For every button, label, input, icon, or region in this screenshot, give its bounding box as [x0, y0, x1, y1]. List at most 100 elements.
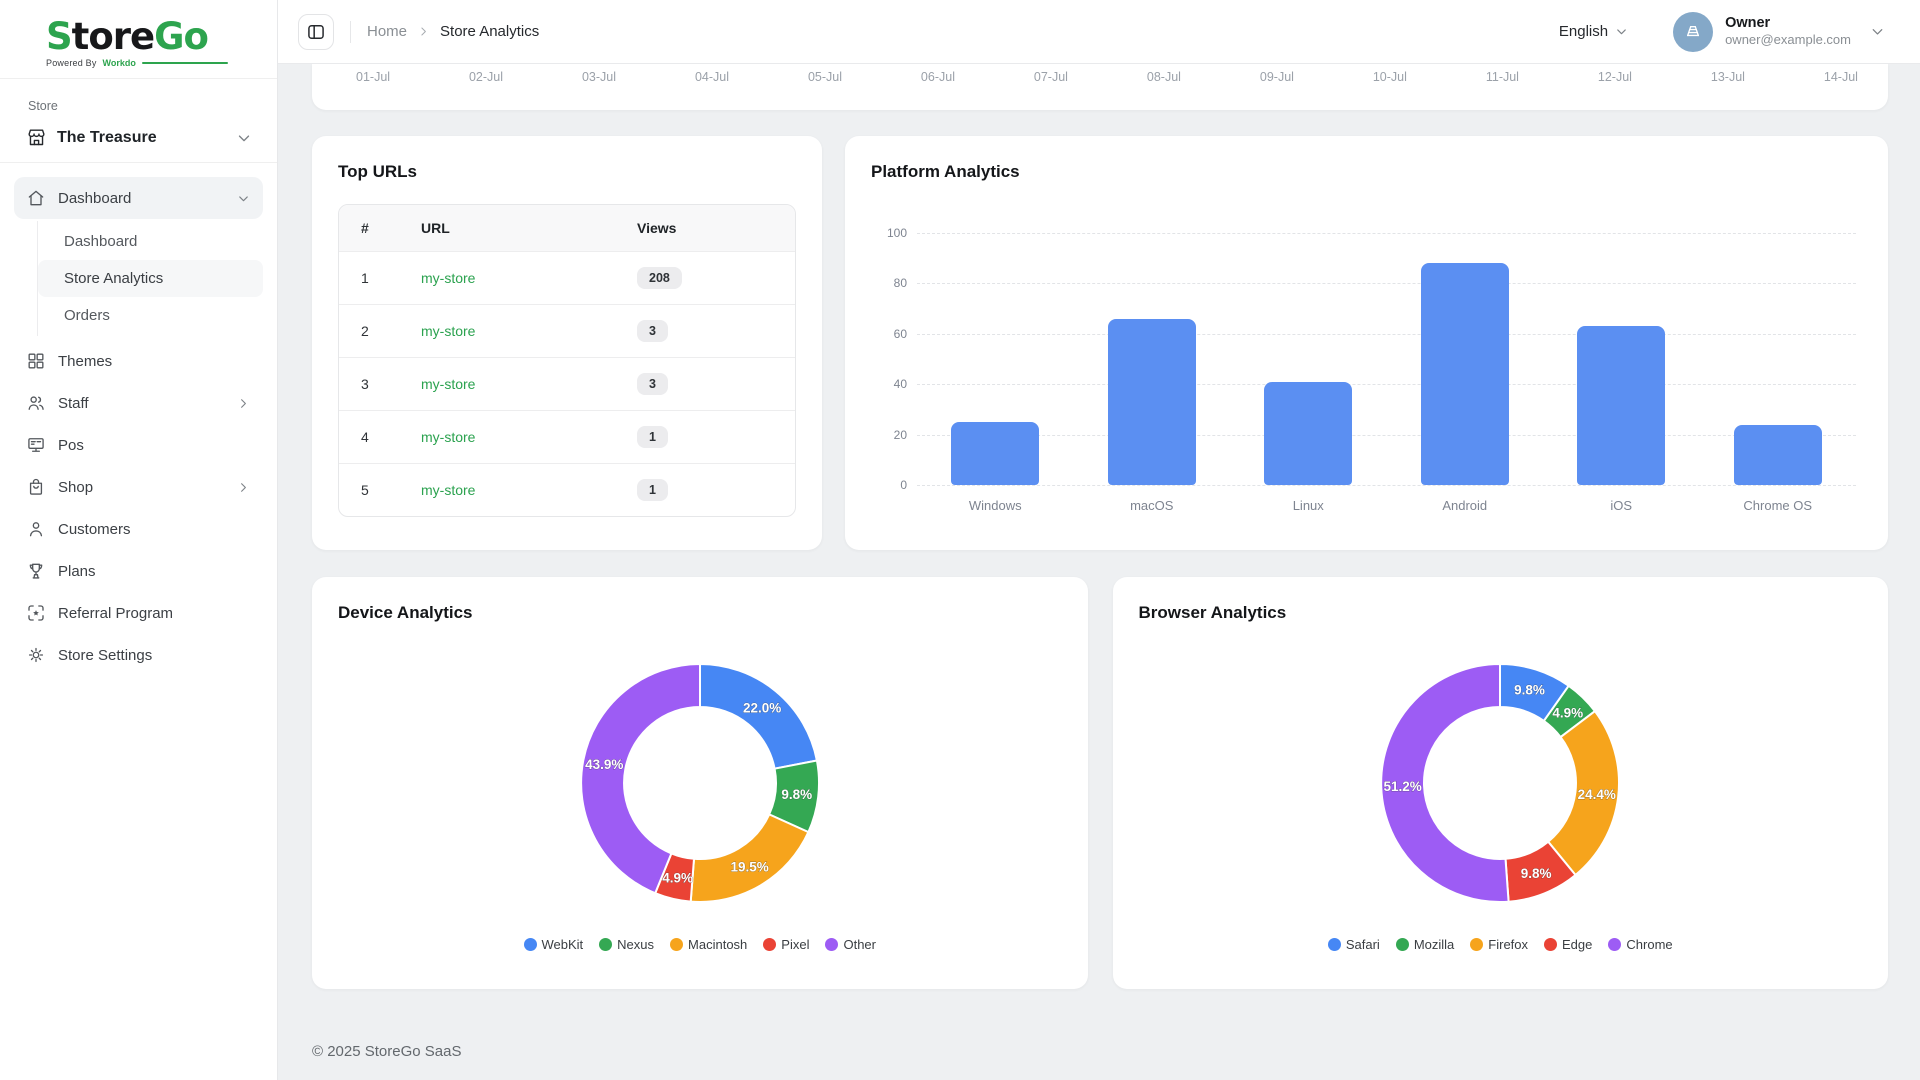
legend-color-dot — [1396, 938, 1409, 951]
gear-icon — [26, 645, 46, 665]
sidebar-item-store-settings[interactable]: Store Settings — [14, 634, 263, 676]
chevron-down-icon — [1869, 23, 1886, 40]
sidebar-subnav: DashboardStore AnalyticsOrders — [37, 221, 263, 336]
donut-slice-label: 4.9% — [662, 870, 693, 885]
sidebar-subitem-store-analytics[interactable]: Store Analytics — [38, 260, 263, 297]
user-menu[interactable]: Owner owner@example.com — [1673, 12, 1886, 52]
table-row: 1 my-store 208 — [339, 251, 795, 304]
y-axis-tick-label: 0 — [871, 478, 907, 492]
rank-cell: 1 — [339, 255, 421, 301]
sidebar-item-dashboard[interactable]: Dashboard — [14, 177, 263, 219]
url-link[interactable]: my-store — [421, 270, 475, 286]
user-icon — [26, 519, 46, 539]
x-axis-date-label: 05-Jul — [808, 70, 842, 84]
browser-chart-legend: Safari Mozilla Firefox Edge Chrome — [1139, 937, 1863, 952]
rank-cell: 2 — [339, 308, 421, 354]
store-name: The Treasure — [57, 129, 225, 147]
legend-item-firefox[interactable]: Firefox — [1470, 937, 1528, 952]
gridline — [917, 485, 1856, 486]
donut-slice-label: 24.4% — [1578, 787, 1616, 802]
legend-color-dot — [1470, 938, 1483, 951]
url-link[interactable]: my-store — [421, 376, 475, 392]
donut-slice-label: 43.9% — [585, 757, 623, 772]
main-content: 01-Jul02-Jul03-Jul04-Jul05-Jul06-Jul07-J… — [278, 0, 1920, 1078]
sidebar-toggle-button[interactable] — [298, 14, 334, 50]
legend-item-safari[interactable]: Safari — [1328, 937, 1380, 952]
bar-ios — [1577, 326, 1665, 485]
gridline — [917, 283, 1856, 284]
x-axis-date-label: 14-Jul — [1824, 70, 1858, 84]
legend-label: Macintosh — [688, 937, 747, 952]
logo-text-green2: Go — [154, 15, 208, 58]
sidebar-item-referral-program[interactable]: Referral Program — [14, 592, 263, 634]
gridline — [917, 233, 1856, 234]
chevron-right-icon — [236, 480, 251, 495]
sidebar-item-pos[interactable]: Pos — [14, 424, 263, 466]
rank-cell: 4 — [339, 414, 421, 460]
header-divider — [350, 21, 351, 43]
sidebar-item-label: Referral Program — [58, 605, 251, 622]
url-link[interactable]: my-store — [421, 429, 475, 445]
brand-underline — [142, 62, 228, 64]
panel-toggle-icon — [306, 22, 326, 42]
x-axis-date-label: 07-Jul — [1034, 70, 1068, 84]
donut-slice-webkit — [700, 664, 817, 769]
sidebar-item-customers[interactable]: Customers — [14, 508, 263, 550]
language-dropdown[interactable]: English — [1559, 23, 1629, 40]
y-axis-tick-label: 100 — [871, 226, 907, 240]
platform-analytics-title: Platform Analytics — [871, 162, 1862, 182]
sidebar-nav: DashboardDashboardStore AnalyticsOrdersT… — [0, 163, 277, 676]
browser-donut-chart: 9.8%4.9%24.4%9.8%51.2% — [1139, 657, 1863, 909]
bar-chrome-os — [1734, 425, 1822, 485]
url-link[interactable]: my-store — [421, 482, 475, 498]
store-selector[interactable]: The Treasure — [0, 117, 277, 163]
legend-item-other[interactable]: Other — [825, 937, 876, 952]
powered-by-label: Powered By — [46, 58, 97, 68]
legend-item-nexus[interactable]: Nexus — [599, 937, 654, 952]
url-link[interactable]: my-store — [421, 323, 475, 339]
chevron-down-icon — [236, 191, 251, 206]
donut-slice-label: 9.8% — [781, 787, 812, 802]
sidebar-subitem-orders[interactable]: Orders — [38, 297, 263, 334]
donut-slice-label: 19.5% — [730, 859, 768, 874]
legend-item-webkit[interactable]: WebKit — [524, 937, 584, 952]
device-chart-legend: WebKit Nexus Macintosh Pixel Other — [338, 937, 1062, 952]
rank-cell: 5 — [339, 467, 421, 513]
x-axis-category-label: Chrome OS — [1700, 498, 1857, 513]
sidebar-item-shop[interactable]: Shop — [14, 466, 263, 508]
legend-item-chrome[interactable]: Chrome — [1608, 937, 1672, 952]
brand-logo: StoreGo Powered By Workdo — [0, 0, 277, 79]
sidebar-item-label: Pos — [58, 437, 251, 454]
user-name: Owner — [1725, 14, 1851, 32]
sidebar-item-plans[interactable]: Plans — [14, 550, 263, 592]
sidebar-item-themes[interactable]: Themes — [14, 340, 263, 382]
y-axis-tick-label: 80 — [871, 276, 907, 290]
legend-item-edge[interactable]: Edge — [1544, 937, 1592, 952]
breadcrumb-home-link[interactable]: Home — [367, 23, 407, 40]
column-header-views: Views — [637, 205, 795, 251]
top-urls-card: Top URLs # URL Views 1 my-store 208 2 my… — [312, 136, 822, 550]
platform-bar-chart: 020406080100WindowsmacOSLinuxAndroidiOSC… — [871, 196, 1862, 512]
legend-item-mozilla[interactable]: Mozilla — [1396, 937, 1454, 952]
grid-icon — [26, 351, 46, 371]
x-axis-date-label: 08-Jul — [1147, 70, 1181, 84]
sidebar-item-staff[interactable]: Staff — [14, 382, 263, 424]
sidebar-item-label: Shop — [58, 479, 224, 496]
gridline — [917, 435, 1856, 436]
legend-item-pixel[interactable]: Pixel — [763, 937, 809, 952]
legend-color-dot — [1328, 938, 1341, 951]
x-axis-date-label: 03-Jul — [582, 70, 616, 84]
legend-label: Chrome — [1626, 937, 1672, 952]
legend-label: Mozilla — [1414, 937, 1454, 952]
breadcrumb: Home Store Analytics — [367, 23, 539, 40]
sidebar-item-label: Staff — [58, 395, 224, 412]
sidebar-item-label: Themes — [58, 353, 251, 370]
sidebar-subitem-dashboard[interactable]: Dashboard — [38, 223, 263, 260]
column-header-url: URL — [421, 205, 637, 251]
legend-item-macintosh[interactable]: Macintosh — [670, 937, 747, 952]
breadcrumb-current: Store Analytics — [440, 23, 539, 40]
powered-brand: Workdo — [103, 58, 136, 68]
top-header: Home Store Analytics English Owner owner… — [278, 0, 1920, 64]
y-axis-tick-label: 20 — [871, 428, 907, 442]
scrolled-chart-card: 01-Jul02-Jul03-Jul04-Jul05-Jul06-Jul07-J… — [312, 64, 1888, 110]
